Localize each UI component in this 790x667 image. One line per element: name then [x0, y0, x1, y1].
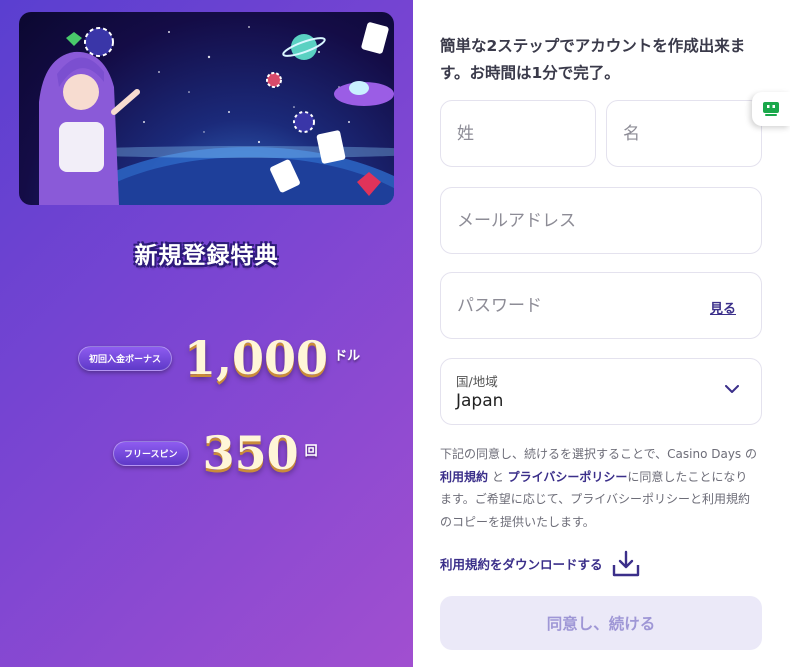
- terms-link[interactable]: 利用規約: [440, 470, 488, 484]
- legal-prefix: 下記の同意し、続けるを選択することで、Casino Days の: [440, 447, 758, 461]
- free-spins-unit: 回: [304, 444, 318, 459]
- first-name-input[interactable]: [607, 101, 761, 166]
- deposit-bonus-label: 初回入金ボーナス: [78, 345, 173, 371]
- country-label: 国/地域: [456, 374, 498, 389]
- email-field: [440, 187, 762, 254]
- free-spins-amount: 350: [202, 426, 299, 480]
- show-password-button[interactable]: 見る: [710, 298, 736, 317]
- download-terms-label: 利用規約をダウンロードする: [440, 557, 603, 572]
- deposit-bonus-amount: 1,000: [184, 331, 329, 385]
- deposit-bonus-unit: ドル: [334, 349, 361, 364]
- promo-title: 新規登録特典: [134, 243, 279, 269]
- form-heading: 簡単な2ステップでアカウントを作成出来ます。お時間は1分で完了。: [440, 37, 746, 82]
- hero-illustration: [39, 22, 394, 205]
- country-value: Japan: [456, 391, 504, 411]
- first-name-field: [606, 100, 762, 167]
- legal-notice: 下記の同意し、続けるを選択することで、Casino Days の利用規約 と プ…: [440, 443, 758, 533]
- chat-widget-tab[interactable]: [752, 92, 790, 126]
- email-input[interactable]: [441, 188, 761, 253]
- download-icon: [612, 550, 639, 577]
- privacy-link[interactable]: プライバシーポリシー: [508, 470, 628, 484]
- download-terms-link[interactable]: 利用規約をダウンロードする: [440, 550, 640, 577]
- deposit-bonus-row: 初回入金ボーナス 1,000 ドル: [78, 335, 360, 381]
- chevron-down-icon: [725, 385, 739, 393]
- last-name-input[interactable]: [441, 101, 595, 166]
- country-select[interactable]: 国/地域 Japan: [440, 358, 762, 425]
- free-spins-label: フリースピン: [113, 440, 189, 466]
- hero-image: [19, 12, 394, 205]
- registration-form: 簡単な2ステップでアカウントを作成出来ます。お時間は1分で完了。 見る 国/地域…: [413, 0, 790, 667]
- legal-and: と: [488, 469, 508, 484]
- promo-panel: 新規登録特典 初回入金ボーナス 1,000 ドル フリースピン 350 回: [0, 0, 413, 667]
- agree-continue-button[interactable]: 同意し、続ける: [440, 596, 762, 650]
- password-field: 見る: [440, 272, 762, 339]
- free-spins-row: フリースピン 350 回: [113, 430, 318, 476]
- last-name-field: [440, 100, 596, 167]
- chat-bot-icon: [763, 102, 779, 116]
